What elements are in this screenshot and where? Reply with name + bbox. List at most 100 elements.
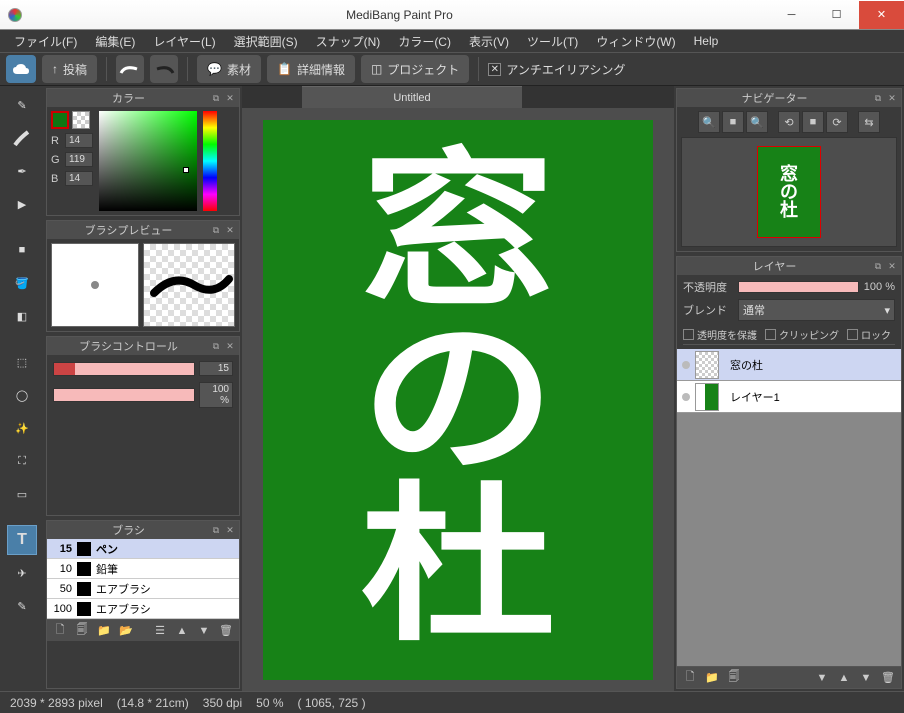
rotate-cw-icon[interactable]: ⟳ [826, 111, 848, 133]
cloud-button[interactable] [6, 55, 36, 83]
layer-panel-title: レイヤー [677, 258, 872, 274]
opacity-slider[interactable] [53, 388, 195, 402]
material-button[interactable]: 💬素材 [197, 55, 261, 83]
layer-item[interactable]: レイヤー1 [677, 381, 901, 413]
panel-detach-icon[interactable]: ⧉ [872, 92, 884, 104]
menu-file[interactable]: ファイル(F) [8, 31, 83, 52]
panel-detach-icon[interactable]: ⧉ [872, 260, 884, 272]
fit-icon[interactable]: ■ [722, 111, 744, 133]
menu-tool[interactable]: ツール(T) [521, 31, 584, 52]
add-brush-icon[interactable]: 🗋 [51, 622, 69, 640]
menu-edit[interactable]: 編集(E) [89, 31, 141, 52]
size-value[interactable]: 15 [199, 361, 233, 376]
app-icon [0, 8, 30, 22]
fill-tool-icon[interactable]: ■ [7, 235, 37, 265]
layer-visibility-icon[interactable] [677, 393, 695, 401]
wand-tool-icon[interactable]: ✨ [7, 413, 37, 443]
layer-item[interactable]: 窓の杜 [677, 349, 901, 381]
dup-brush-icon[interactable]: 🗐 [73, 622, 91, 640]
flip-icon[interactable]: ⇆ [858, 111, 880, 133]
hue-slider[interactable] [203, 111, 217, 211]
menu-snap[interactable]: スナップ(N) [310, 31, 387, 52]
panel-close-icon[interactable]: ✕ [886, 92, 898, 104]
panel-close-icon[interactable]: ✕ [224, 340, 236, 352]
crop-tool-icon[interactable]: ⛶ [7, 446, 37, 476]
g-input[interactable]: 119 [65, 152, 93, 167]
detail-button[interactable]: 📋詳細情報 [267, 55, 355, 83]
close-button[interactable]: ✕ [859, 1, 904, 29]
foreground-swatch[interactable] [51, 111, 69, 129]
blend-mode-select[interactable]: 通常▾ [738, 299, 895, 321]
bucket-tool-icon[interactable]: 🪣 [7, 268, 37, 298]
pencil-tool-icon[interactable]: ✎ [7, 90, 37, 120]
zoom-out-icon[interactable]: 🔍 [746, 111, 768, 133]
rect-select-tool-icon[interactable]: ⬚ [7, 347, 37, 377]
panel-detach-icon[interactable]: ⧉ [210, 224, 222, 236]
brush-item[interactable]: 50エアブラシ [47, 579, 239, 599]
menu-layer[interactable]: レイヤー(L) [147, 31, 221, 52]
seek-tool-icon[interactable]: ✈ [7, 558, 37, 588]
brush-item[interactable]: 10鉛筆 [47, 559, 239, 579]
brush-item[interactable]: 15ペン [47, 539, 239, 559]
gradient-tool-icon[interactable]: ◧ [7, 301, 37, 331]
lasso-tool-icon[interactable]: ◯ [7, 380, 37, 410]
menu-color[interactable]: カラー(C) [392, 31, 457, 52]
panel-close-icon[interactable]: ✕ [224, 224, 236, 236]
add-folder-icon[interactable]: 📁 [703, 669, 721, 687]
redo-button[interactable] [150, 55, 178, 83]
navigator-preview[interactable]: 窓の杜 [681, 137, 897, 247]
zoom-in-icon[interactable]: 🔍 [698, 111, 720, 133]
shape-tool-icon[interactable]: ▭ [7, 479, 37, 509]
status-cm: (14.8 * 21cm) [117, 696, 189, 710]
size-slider[interactable] [53, 362, 195, 376]
panel-close-icon[interactable]: ✕ [224, 524, 236, 536]
layer-visibility-icon[interactable] [677, 361, 695, 369]
reset-rotate-icon[interactable]: ■ [802, 111, 824, 133]
panel-close-icon[interactable]: ✕ [886, 260, 898, 272]
brush-up-icon[interactable]: ▲ [173, 622, 191, 640]
opacity-value[interactable]: 100 % [199, 382, 233, 408]
layer-down-icon[interactable]: ▼ [857, 669, 875, 687]
lock-checkbox[interactable]: ロック [847, 327, 891, 342]
move-tool-icon[interactable]: ▶ [7, 189, 37, 219]
folder-brush-icon[interactable]: 📁 [95, 622, 113, 640]
menu-view[interactable]: 表示(V) [463, 31, 515, 52]
merge-down-icon[interactable]: ▼ [813, 669, 831, 687]
delete-brush-icon[interactable]: 🗑 [217, 622, 235, 640]
layer-up-icon[interactable]: ▲ [835, 669, 853, 687]
brush-settings-icon[interactable]: ☰ [151, 622, 169, 640]
menu-select[interactable]: 選択範囲(S) [228, 31, 304, 52]
preserve-alpha-checkbox[interactable]: 透明度を保護 [683, 327, 757, 342]
panel-detach-icon[interactable]: ⧉ [210, 92, 222, 104]
delete-layer-icon[interactable]: 🗑 [879, 669, 897, 687]
text-tool-icon[interactable]: T [7, 525, 37, 555]
project-button[interactable]: ◫プロジェクト [361, 55, 469, 83]
add-layer-icon[interactable]: 🗋 [681, 669, 699, 687]
panel-detach-icon[interactable]: ⧉ [210, 340, 222, 352]
brush-tool-icon[interactable] [7, 123, 37, 153]
minimize-button[interactable]: ─ [769, 1, 814, 29]
panel-detach-icon[interactable]: ⧉ [210, 524, 222, 536]
panel-close-icon[interactable]: ✕ [224, 92, 236, 104]
b-input[interactable]: 14 [65, 171, 93, 186]
antialias-checkbox[interactable]: ✕アンチエイリアシング [488, 61, 625, 78]
folder2-brush-icon[interactable]: 📂 [117, 622, 135, 640]
r-input[interactable]: 14 [65, 133, 93, 148]
menu-help[interactable]: Help [688, 32, 725, 50]
rotate-ccw-icon[interactable]: ⟲ [778, 111, 800, 133]
clipping-checkbox[interactable]: クリッピング [765, 327, 839, 342]
menu-window[interactable]: ウィンドウ(W) [590, 31, 681, 52]
dup-layer-icon[interactable]: 🗐 [725, 669, 743, 687]
layer-opacity-slider[interactable] [738, 281, 859, 293]
undo-button[interactable] [116, 55, 144, 83]
brush-down-icon[interactable]: ▼ [195, 622, 213, 640]
post-button[interactable]: ↑投稿 [42, 55, 97, 83]
canvas[interactable]: 窓 の 杜 [242, 108, 674, 691]
eyedrop-tool-icon[interactable]: ✎ [7, 591, 37, 621]
document-tab[interactable]: Untitled [302, 86, 522, 108]
pen-tool-icon[interactable]: ✒ [7, 156, 37, 186]
color-field[interactable] [99, 111, 197, 211]
brush-item[interactable]: 100エアブラシ [47, 599, 239, 619]
background-swatch[interactable] [72, 111, 90, 129]
maximize-button[interactable]: ☐ [814, 1, 859, 29]
